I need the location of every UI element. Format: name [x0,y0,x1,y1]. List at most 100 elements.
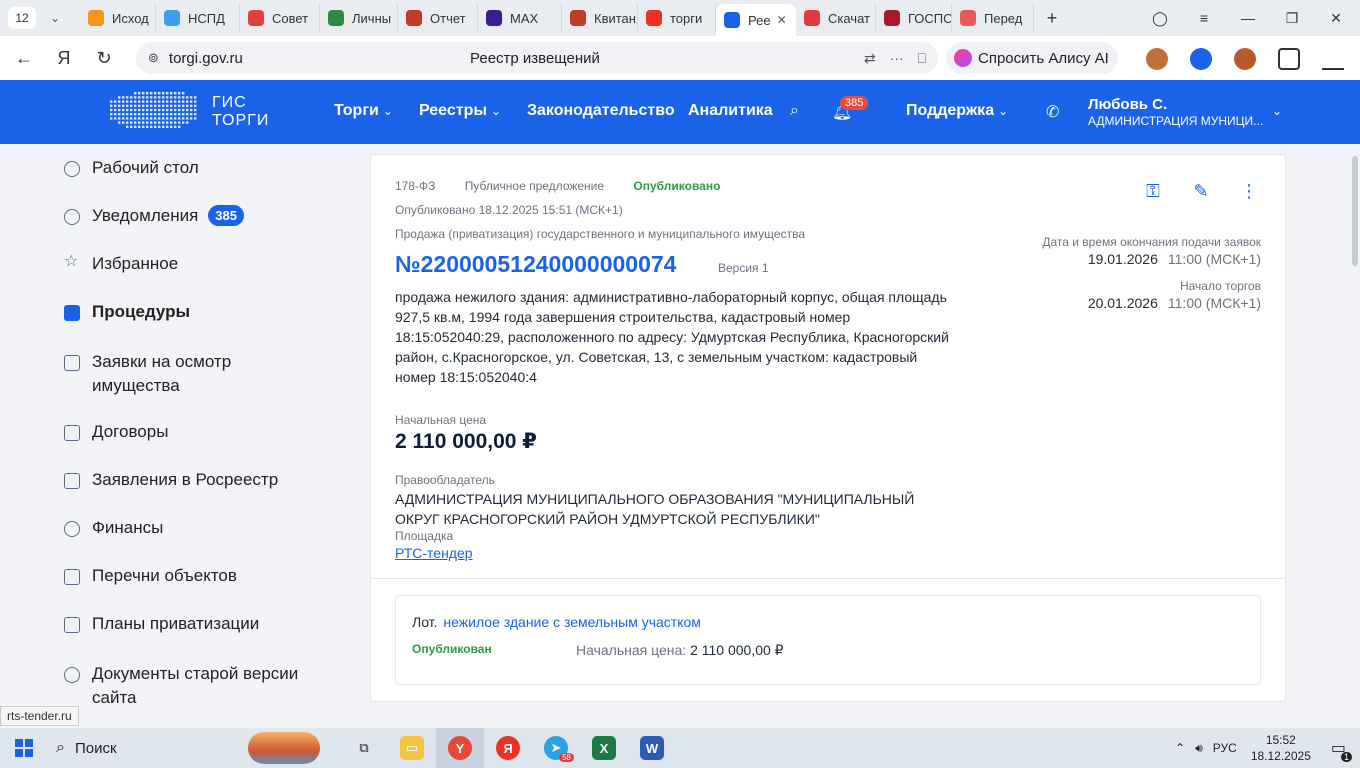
browser-tab[interactable]: ГОСПС [876,3,952,33]
extension-icon[interactable] [1146,48,1168,70]
menu-analitika[interactable]: Аналитика [688,102,773,120]
menu-torgi[interactable]: Торги ⌄ [334,102,393,120]
sidebar-item-old-docs[interactable]: Документы старой версии сайта [64,662,320,710]
logo-text[interactable]: ГИС ТОРГИ [212,94,269,130]
sidebar-item-label: Перечни объектов [92,566,237,585]
explorer-app[interactable]: ▭ [388,728,436,768]
clock[interactable]: 15:52 18.12.2025 [1251,732,1311,764]
language-indicator[interactable]: РУС [1213,741,1237,755]
tab-favicon-icon [960,10,976,26]
notice-number-link[interactable]: №22000051240000000074 [395,251,676,278]
menu-support[interactable]: Поддержка ⌄ [906,102,1008,120]
user-org[interactable]: АДМИНИСТРАЦИЯ МУНИЦИ... [1088,114,1264,128]
volume-icon[interactable]: 🔊︎ [1195,741,1203,756]
more-vertical-icon[interactable]: ⋮ [1237,179,1261,203]
reload-icon[interactable]: ↻ [84,38,124,78]
notifications-count-badge: 385 [208,205,244,226]
logo-line1: ГИС [212,94,247,111]
browser-tab[interactable]: Личны [320,3,398,33]
maximize-icon[interactable]: ❐ [1270,10,1314,27]
sidebar-item-inspection-requests[interactable]: Заявки на осмотр имущества [64,350,304,398]
sidebar-item-rosreestr[interactable]: Заявления в Росреестр [64,470,278,490]
menu-reestry[interactable]: Реестры ⌄ [419,102,501,120]
extension-icon[interactable] [1190,48,1212,70]
browser-tab[interactable]: Скачат [796,3,876,33]
tabs-dropdown-icon[interactable]: ⌄ [44,7,66,29]
page-scrollbar[interactable] [1350,144,1360,728]
menu-zakonodatelstvo[interactable]: Законодательство [527,102,675,120]
sidebar-item-procedures[interactable]: Процедуры [64,302,190,322]
browser-tab[interactable]: НСПД [156,3,240,33]
yandex-app[interactable]: Я [484,728,532,768]
translate-icon[interactable]: ⇄ [864,50,876,67]
minimize-icon[interactable]: — [1226,10,1270,26]
browser-tab[interactable]: торги [638,3,716,33]
windows-logo-icon [15,739,33,757]
sidebar-item-finance[interactable]: Финансы [64,518,163,538]
notification-center-icon[interactable]: ▭ 1 [1331,738,1352,762]
yandex-browser-app[interactable]: Y [436,728,484,768]
url-field[interactable]: ⊚ torgi.gov.ru Реестр извещений ⇄ ··· ⎕ [136,42,938,74]
sidebar-item-label: Договоры [92,422,169,441]
sidebar-item-contracts[interactable]: Договоры [64,422,168,442]
bookmark-icon[interactable]: ⎕ [918,50,926,67]
scrollbar-thumb[interactable] [1352,156,1358,266]
edit-icon[interactable]: ✎ [1189,179,1213,203]
close-window-icon[interactable]: ✕ [1314,10,1358,27]
tab-close-icon[interactable]: ✕ [777,13,787,27]
lot-price-value: 2 110 000,00 ₽ [690,642,784,658]
telegram-app[interactable]: ➤ 58 [532,728,580,768]
search-icon[interactable]: ⌕ [790,102,799,120]
start-button[interactable] [0,728,48,768]
lot-item[interactable]: Лот. нежилое здание с земельным участком … [395,595,1261,685]
tab-favicon-icon [328,10,344,26]
tab-label: Перед [984,10,1023,26]
task-view-button[interactable]: ⧉ [340,728,388,768]
sidebar-item-object-lists[interactable]: Перечни объектов [64,566,237,586]
sidebar-item-desktop[interactable]: Рабочий стол [64,158,199,178]
browser-tab[interactable]: Квитан [562,3,638,33]
downloads-icon[interactable] [1322,48,1344,70]
sidebar-item-label: Избранное [92,254,179,273]
sidebar-item-label: Планы приватизации [92,614,260,633]
browser-tab[interactable]: Исход [80,3,156,33]
deadline-time: 11:00 (МСК+1) [1167,251,1261,267]
more-icon[interactable]: ··· [890,50,904,67]
collections-icon[interactable] [1278,48,1300,70]
sidebar-item-privatization-plans[interactable]: Планы приватизации [64,614,259,634]
tab-favicon-icon [804,10,820,26]
key-icon[interactable]: ⚿ [1141,179,1165,203]
browser-tab[interactable]: Совет [240,3,320,33]
user-chevron-icon[interactable]: ⌄ [1272,104,1282,118]
tab-counter[interactable]: 12 [8,7,36,29]
tray-chevron-icon[interactable]: ⌃ [1175,741,1185,755]
list-icon [64,569,80,585]
browser-tab[interactable]: Перед [952,3,1034,33]
russia-map-logo[interactable] [108,88,200,132]
profile-icon[interactable]: ◯ [1138,10,1182,27]
sidebar-item-notifications[interactable]: Уведомления 385 [64,205,244,226]
site-info-icon[interactable]: ⊚ [148,50,159,66]
sidebar-item-favorites[interactable]: ☆ Избранное [64,254,178,274]
taskbar-search[interactable]: ⌕ Поиск [48,728,248,768]
notice-description: продажа нежилого здания: административно… [395,289,949,385]
browser-tab[interactable]: Рее ✕ [716,4,796,36]
browser-tab[interactable]: Отчет [398,3,478,33]
back-icon[interactable]: ← [4,38,44,78]
yandex-icon[interactable]: Я [44,38,84,78]
search-highlight-image[interactable] [248,728,340,768]
platform-link[interactable]: РТС-тендер [395,545,473,561]
lot-title-link[interactable]: нежилое здание с земельным участком [443,614,700,630]
phone-icon[interactable]: ✆ [1046,102,1059,122]
extension-icon[interactable] [1234,48,1256,70]
word-app[interactable]: W [628,728,676,768]
excel-app[interactable]: X [580,728,628,768]
system-tray: ⌃ 🔊︎ РУС 15:52 18.12.2025 ▭ 1 [1175,728,1360,768]
browser-tab[interactable]: MAX [478,3,562,33]
document-icon [64,305,80,321]
user-name[interactable]: Любовь С. [1088,96,1167,113]
page-title: Реестр извещений [470,49,600,67]
browser-menu-icon[interactable]: ≡ [1182,10,1226,26]
alice-button[interactable]: Спросить Алису AI [946,42,1118,74]
new-tab-button[interactable]: + [1040,6,1064,30]
